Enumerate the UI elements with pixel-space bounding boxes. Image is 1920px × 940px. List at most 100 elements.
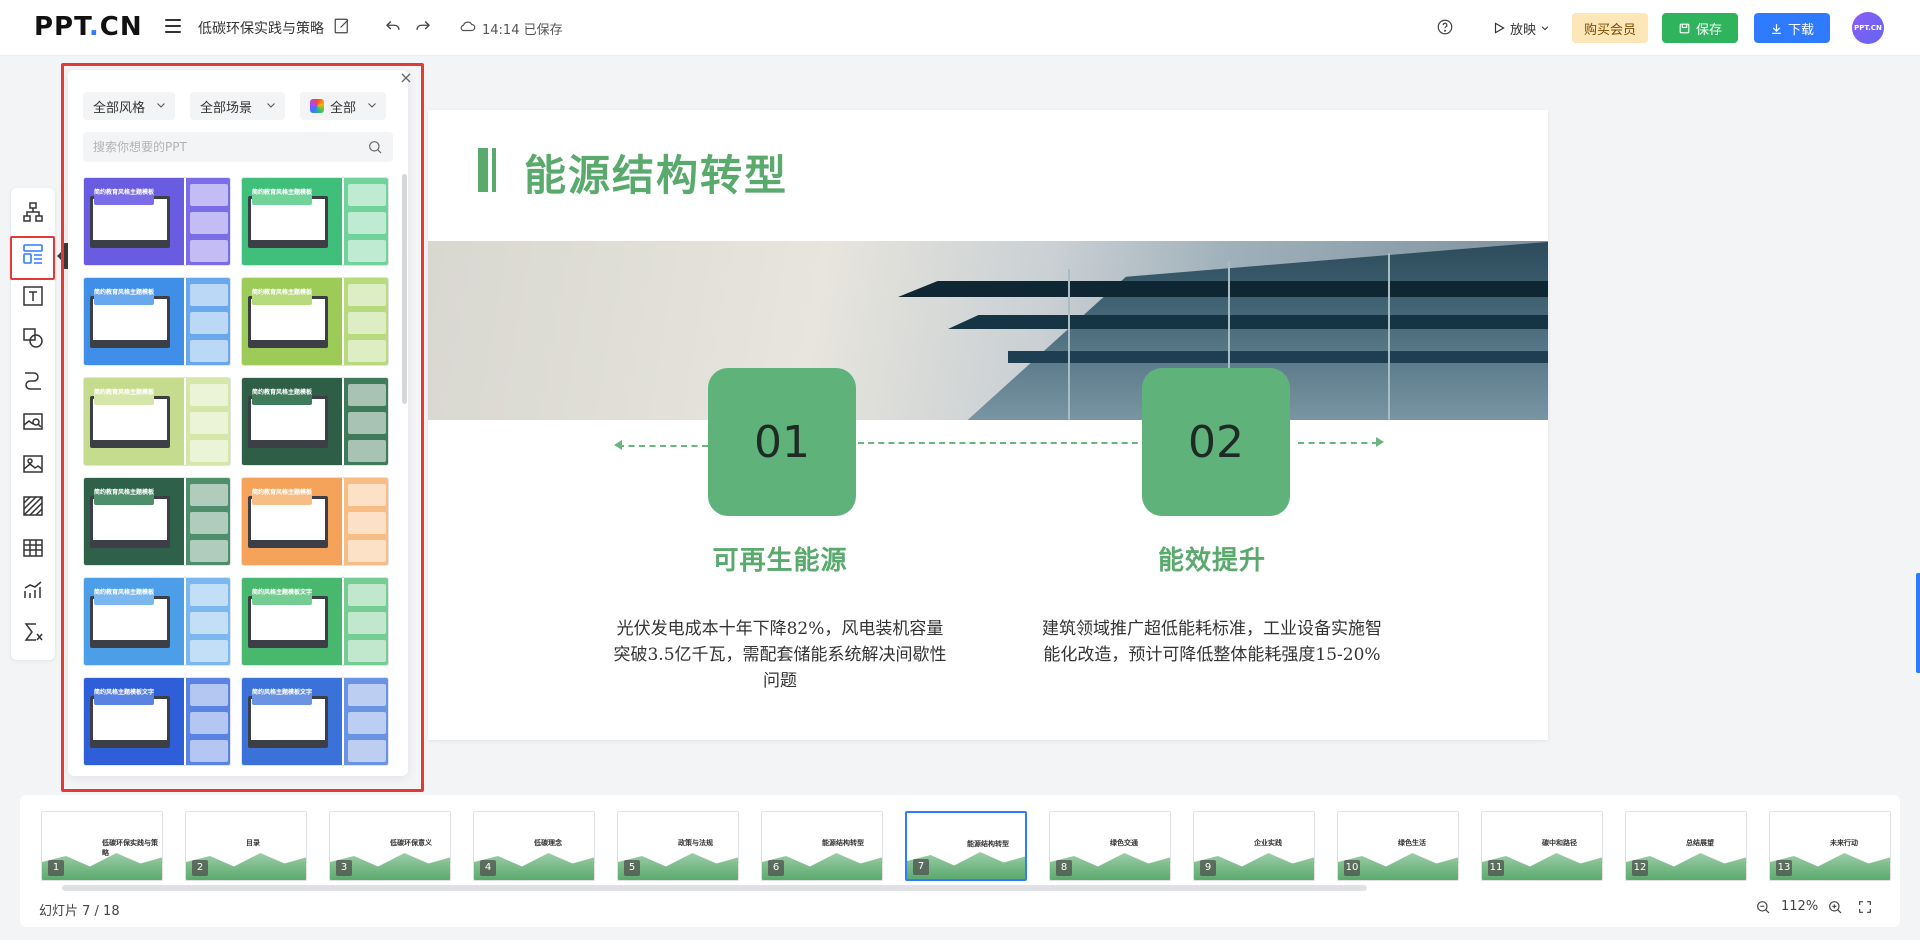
template-thumbnail[interactable]: 简约教育风格主题模板 — [83, 177, 231, 266]
slide-canvas[interactable]: 能源结构转型 01 02 可再生能源 能效提升 光伏发电成本十年下降82%，风电… — [428, 110, 1548, 740]
slide-thumbnail[interactable]: 能源结构转型 6 — [761, 811, 883, 881]
style-filter[interactable]: 全部风格 — [83, 92, 175, 120]
color-swatch-icon — [310, 99, 324, 113]
template-title: 简约教育风格主题模板 — [94, 189, 154, 205]
textbox-icon[interactable] — [21, 284, 45, 308]
texture-icon[interactable] — [21, 494, 45, 518]
document-title[interactable]: 低碳环保实践与策略 — [198, 18, 324, 38]
table-icon[interactable] — [21, 536, 45, 560]
image-search-icon[interactable] — [21, 410, 45, 434]
close-icon[interactable]: × — [398, 70, 414, 86]
template-thumbnail[interactable]: 简约教育风格主题模板 — [83, 577, 231, 666]
scene-filter[interactable]: 全部场景 — [190, 92, 285, 120]
arrow-right-icon — [1376, 437, 1384, 447]
zoom-out-icon[interactable] — [1755, 899, 1771, 915]
filmstrip-scrollbar[interactable] — [62, 885, 1367, 891]
number-box-01[interactable]: 01 — [708, 368, 856, 516]
slide-thumbnail[interactable]: 低碳环保意义 3 — [329, 811, 451, 881]
panel-scrollbar[interactable] — [402, 174, 407, 404]
connector-icon[interactable] — [21, 368, 45, 392]
dashed-connector — [618, 445, 708, 447]
slide-thumbnail[interactable]: 总结展望 12 — [1625, 811, 1747, 881]
template-title: 简约教育风格主题模板 — [94, 389, 154, 405]
template-thumbnail[interactable]: 简约风格主题模板文字 — [83, 677, 231, 766]
thumbnail-title: 企业实践 — [1254, 839, 1282, 847]
menu-icon[interactable] — [165, 19, 181, 33]
right-panel-handle[interactable] — [1916, 573, 1920, 673]
template-thumbnail[interactable]: 简约教育风格主题模板 — [83, 477, 231, 566]
template-scene: 简约教育风格主题模板 — [242, 478, 342, 565]
thumbnail-number: 7 — [913, 859, 929, 875]
download-icon — [1772, 23, 1781, 34]
logo[interactable]: PPT.CN — [34, 12, 143, 42]
template-search — [83, 132, 393, 162]
zoom-level[interactable]: 112% — [1781, 899, 1818, 914]
number-box-02[interactable]: 02 — [1142, 368, 1290, 516]
chevron-down-icon — [157, 103, 165, 108]
slide-thumbnail[interactable]: 目录 2 — [185, 811, 307, 881]
color-filter[interactable]: 全部 — [300, 92, 386, 120]
feature-desc-1[interactable]: 光伏发电成本十年下降82%，风电装机容量突破3.5亿千瓦，需配套储能系统解决间歇… — [610, 616, 950, 694]
avatar[interactable]: PPT.CN — [1852, 12, 1884, 44]
thumbnail-title: 低碳环保意义 — [390, 839, 432, 847]
slide-thumbnail[interactable]: 能源结构转型 7 — [905, 811, 1027, 881]
template-scene: 简约教育风格主题模板 — [242, 178, 342, 265]
outline-icon[interactable] — [21, 200, 45, 224]
template-thumbnail[interactable]: 简约教育风格主题模板 — [241, 177, 389, 266]
thumbnail-title: 低碳理念 — [534, 839, 562, 847]
thumbnail-number: 9 — [1200, 860, 1216, 876]
template-thumbnail[interactable]: 简约教育风格主题模板 — [241, 477, 389, 566]
thumbnail-title: 绿色交通 — [1110, 839, 1138, 847]
fullscreen-icon[interactable] — [1857, 899, 1873, 915]
search-input[interactable] — [83, 132, 353, 162]
template-thumbnail[interactable]: 简约教育风格主题模板 — [83, 377, 231, 466]
template-thumbnail[interactable]: 简约风格主题模板文字 — [241, 677, 389, 766]
feature-title-2[interactable]: 能效提升 — [1042, 540, 1382, 577]
redo-icon[interactable] — [414, 17, 432, 35]
logo-text: PPT — [34, 12, 89, 42]
template-scene: 简约教育风格主题模板 — [84, 278, 184, 365]
search-icon[interactable] — [367, 139, 383, 155]
template-thumbnail[interactable]: 简约教育风格主题模板 — [241, 377, 389, 466]
template-scene: 简约风格主题模板文字 — [84, 678, 184, 765]
building-photo[interactable] — [428, 241, 1548, 420]
slide-thumbnail[interactable]: 碳中和路径 11 — [1481, 811, 1603, 881]
play-icon — [1494, 22, 1505, 34]
chevron-down-icon — [267, 103, 275, 108]
save-button[interactable]: 保存 — [1662, 13, 1738, 43]
slide-thumbnail[interactable]: 未来行动 13 — [1769, 811, 1891, 881]
template-thumbnail[interactable]: 简约教育风格主题模板 — [83, 277, 231, 366]
play-button[interactable]: 放映 — [1482, 13, 1560, 43]
thumbnail-title: 未来行动 — [1830, 839, 1858, 847]
help-icon[interactable] — [1436, 18, 1454, 36]
slide-thumbnail[interactable]: 政策与法规 5 — [617, 811, 739, 881]
slide-thumbnail[interactable]: 低碳理念 4 — [473, 811, 595, 881]
buy-vip-button[interactable]: 购买会员 — [1572, 13, 1648, 43]
slide-thumbnail[interactable]: 绿色交通 8 — [1049, 811, 1171, 881]
zoom-in-icon[interactable] — [1827, 899, 1843, 915]
template-title: 简约教育风格主题模板 — [252, 289, 312, 305]
template-scene: 简约教育风格主题模板 — [84, 578, 184, 665]
template-thumbnail[interactable]: 简约风格主题模板文字 — [241, 577, 389, 666]
feature-title-1[interactable]: 可再生能源 — [610, 540, 950, 577]
template-title: 简约风格主题模板文字 — [252, 589, 312, 605]
template-scene: 简约教育风格主题模板 — [84, 478, 184, 565]
slide-title[interactable]: 能源结构转型 — [524, 142, 788, 203]
undo-icon[interactable] — [384, 17, 402, 35]
feature-desc-2[interactable]: 建筑领域推广超低能耗标准，工业设备实施智能化改造，预计可降低整体能耗强度15-2… — [1042, 616, 1382, 668]
template-thumbnail[interactable]: 简约教育风格主题模板 — [241, 277, 389, 366]
slide-thumbnail[interactable]: 低碳环保实践与策略 1 — [41, 811, 163, 881]
slide-thumbnail[interactable]: 企业实践 9 — [1193, 811, 1315, 881]
thumbnail-number: 10 — [1344, 860, 1360, 876]
template-side-pages — [344, 478, 388, 565]
template-scene: 简约教育风格主题模板 — [84, 178, 184, 265]
edit-title-icon[interactable] — [333, 17, 351, 35]
image-icon[interactable] — [21, 452, 45, 476]
chart-icon[interactable] — [21, 578, 45, 602]
formula-icon[interactable] — [21, 620, 45, 644]
slide-thumbnail[interactable]: 绿色生活 10 — [1337, 811, 1459, 881]
shapes-icon[interactable] — [21, 326, 45, 350]
download-button[interactable]: 下载 — [1754, 13, 1830, 43]
save-icon — [1679, 23, 1690, 33]
template-title: 简约教育风格主题模板 — [252, 189, 312, 205]
